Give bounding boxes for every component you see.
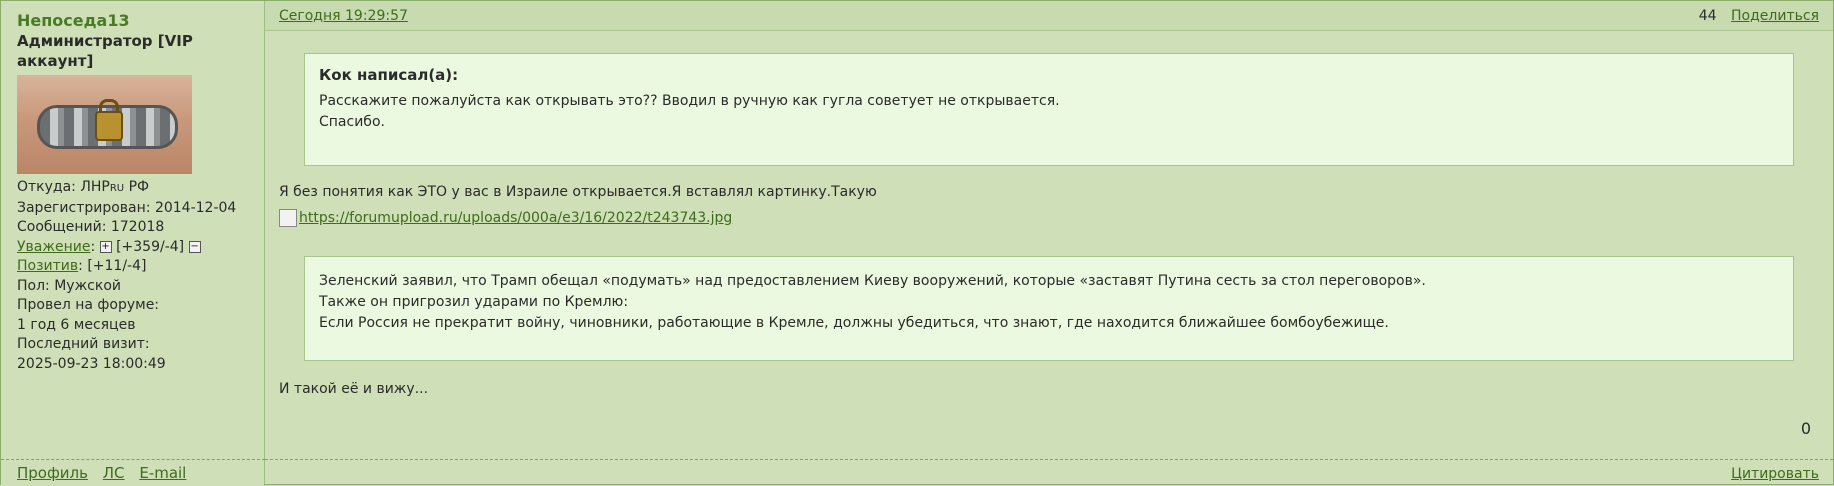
quote-line: Расскажите пожалуйста как открывать это?… xyxy=(319,93,1060,109)
author-panel: Непоседа13 Администратор [VIP аккаунт] О… xyxy=(1,1,265,486)
registration-date: Зарегистрирован: 2014-12-04 xyxy=(17,199,237,216)
avatar xyxy=(17,75,192,174)
forum-time-label: Провел на форуме: xyxy=(17,297,160,313)
forum-post: Непоседа13 Администратор [VIP аккаунт] О… xyxy=(0,0,1834,486)
share-link[interactable]: Поделиться xyxy=(1731,8,1819,24)
post-rating: 0 xyxy=(1800,419,1811,438)
gender: Пол: Мужской xyxy=(17,277,122,294)
plus-icon[interactable]: + xyxy=(99,240,112,253)
post-header: Сегодня 19:29:57 44 Поделиться xyxy=(265,1,1833,31)
image-link-row: https://forumupload.ru/uploads/000a/e3/1… xyxy=(279,209,732,227)
author-stats: Откуда: ЛНРRU РФ Зарегистрирован: 2014-1… xyxy=(17,178,264,374)
positive-link[interactable]: Позитив xyxy=(17,258,78,274)
post-footer: Цитировать xyxy=(265,459,1833,486)
respect-row: Уважение: + [+359/-4] − xyxy=(17,238,201,255)
author-location: Откуда: ЛНРRU РФ xyxy=(17,179,150,195)
user-title: Администратор [VIP аккаунт] xyxy=(17,32,193,70)
post-meta: 44 Поделиться xyxy=(1699,8,1819,24)
username[interactable]: Непоседа13 xyxy=(17,11,264,31)
quote-author: Кок написал(а): xyxy=(319,66,459,84)
post-text: Я без понятия как ЭТО у вас в Израиле от… xyxy=(279,184,877,200)
image-link[interactable]: https://forumupload.ru/uploads/000a/e3/1… xyxy=(299,210,732,226)
post-date-link[interactable]: Сегодня 19:29:57 xyxy=(279,8,408,24)
broken-image-icon xyxy=(279,209,297,227)
quote-line: Спасибо. xyxy=(319,114,385,130)
positive-row: Позитив: [+11/-4] xyxy=(17,258,147,274)
lock-icon xyxy=(95,111,123,141)
quote-block: Кок написал(а): Расскажите пожалуйста ка… xyxy=(304,53,1794,166)
post-number: 44 xyxy=(1698,7,1717,24)
minus-icon[interactable]: − xyxy=(188,240,201,253)
quote-button[interactable]: Цитировать xyxy=(1731,466,1819,482)
positive-value: [+11/-4] xyxy=(87,258,147,274)
last-visit-value: 2025-09-23 18:00:49 xyxy=(17,355,166,372)
respect-value: [+359/-4] xyxy=(116,238,185,255)
message-count: Сообщений: 172018 xyxy=(17,219,165,235)
quote-line: Зеленский заявил, что Трамп обещал «поду… xyxy=(319,273,1426,289)
profile-link[interactable]: Профиль xyxy=(17,464,88,482)
email-link[interactable]: E-mail xyxy=(139,464,186,482)
quote-block: Зеленский заявил, что Трамп обещал «поду… xyxy=(304,256,1794,361)
respect-link[interactable]: Уважение xyxy=(17,239,90,255)
post-text: И такой её и вижу... xyxy=(279,381,429,397)
last-visit-label: Последний визит: xyxy=(17,336,150,352)
quote-line: Если Россия не прекратит войну, чиновник… xyxy=(319,315,1389,331)
forum-time-value: 1 год 6 месяцев xyxy=(17,316,136,333)
post-body: Сегодня 19:29:57 44 Поделиться Кок напис… xyxy=(265,1,1833,486)
quote-line: Также он пригрозил ударами по Кремлю: xyxy=(319,294,629,310)
pm-link[interactable]: ЛС xyxy=(103,464,125,482)
author-links: Профиль ЛС E-mail xyxy=(1,459,265,486)
